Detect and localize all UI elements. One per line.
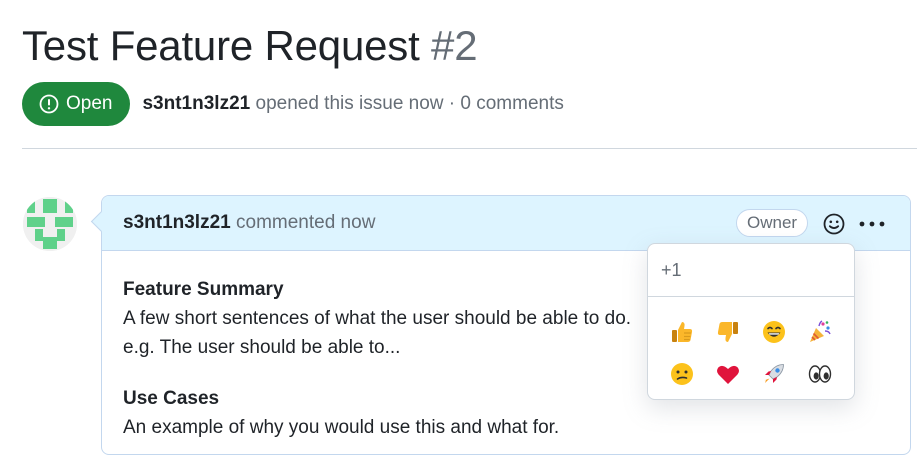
kebab-horizontal-icon bbox=[859, 221, 885, 227]
reactions-popover: +1 bbox=[647, 243, 855, 400]
issue-meta-suffix: opened this issue now · 0 comments bbox=[255, 93, 564, 114]
reaction-laugh[interactable] bbox=[756, 314, 792, 350]
state-badge: Open bbox=[22, 82, 131, 126]
issue-title: Test Feature Request #2 bbox=[22, 20, 478, 72]
body-line: An example of why you would use this and… bbox=[123, 417, 560, 438]
reaction-thumbs-down[interactable] bbox=[710, 314, 746, 350]
heart-icon bbox=[717, 365, 739, 384]
add-reaction-button[interactable] bbox=[820, 210, 848, 238]
comment-action: commented now bbox=[236, 212, 376, 233]
smile-icon bbox=[763, 321, 785, 343]
issue-author-link[interactable]: s3nt1n3lz21 bbox=[142, 93, 250, 114]
popover-divider bbox=[648, 296, 854, 297]
reaction-rocket[interactable] bbox=[756, 356, 792, 392]
reaction-hover-label: +1 bbox=[661, 260, 682, 280]
reaction-hooray[interactable] bbox=[802, 314, 838, 350]
reaction-confused[interactable] bbox=[664, 356, 700, 392]
party-popper-icon bbox=[810, 320, 831, 342]
identicon-avatar-icon bbox=[23, 197, 77, 251]
issue-number: #2 bbox=[431, 22, 478, 69]
comment-author-link[interactable]: s3nt1n3lz21 bbox=[123, 212, 231, 233]
comment-byline: s3nt1n3lz21 commented now bbox=[123, 212, 375, 234]
reaction-heart[interactable] bbox=[710, 356, 746, 392]
comment-options-button[interactable] bbox=[854, 210, 890, 238]
confused-face-icon bbox=[671, 363, 693, 385]
header-divider bbox=[22, 148, 917, 149]
eyes-icon bbox=[808, 365, 832, 383]
reaction-eyes[interactable] bbox=[802, 356, 838, 392]
issue-meta: Open s3nt1n3lz21 opened this issue now ·… bbox=[22, 82, 564, 126]
rocket-icon bbox=[764, 364, 784, 383]
reaction-thumbs-up[interactable] bbox=[664, 314, 700, 350]
thumbs-down-icon bbox=[717, 322, 738, 342]
issue-title-text: Test Feature Request bbox=[22, 22, 420, 69]
issue-meta-text: s3nt1n3lz21 opened this issue now · 0 co… bbox=[142, 93, 563, 115]
smiley-icon bbox=[823, 213, 845, 235]
state-label: Open bbox=[66, 93, 113, 114]
thumbs-up-icon bbox=[672, 322, 693, 342]
avatar[interactable] bbox=[23, 197, 77, 251]
owner-badge: Owner bbox=[736, 209, 809, 237]
issue-opened-icon bbox=[39, 94, 59, 114]
reaction-grid bbox=[664, 314, 838, 392]
